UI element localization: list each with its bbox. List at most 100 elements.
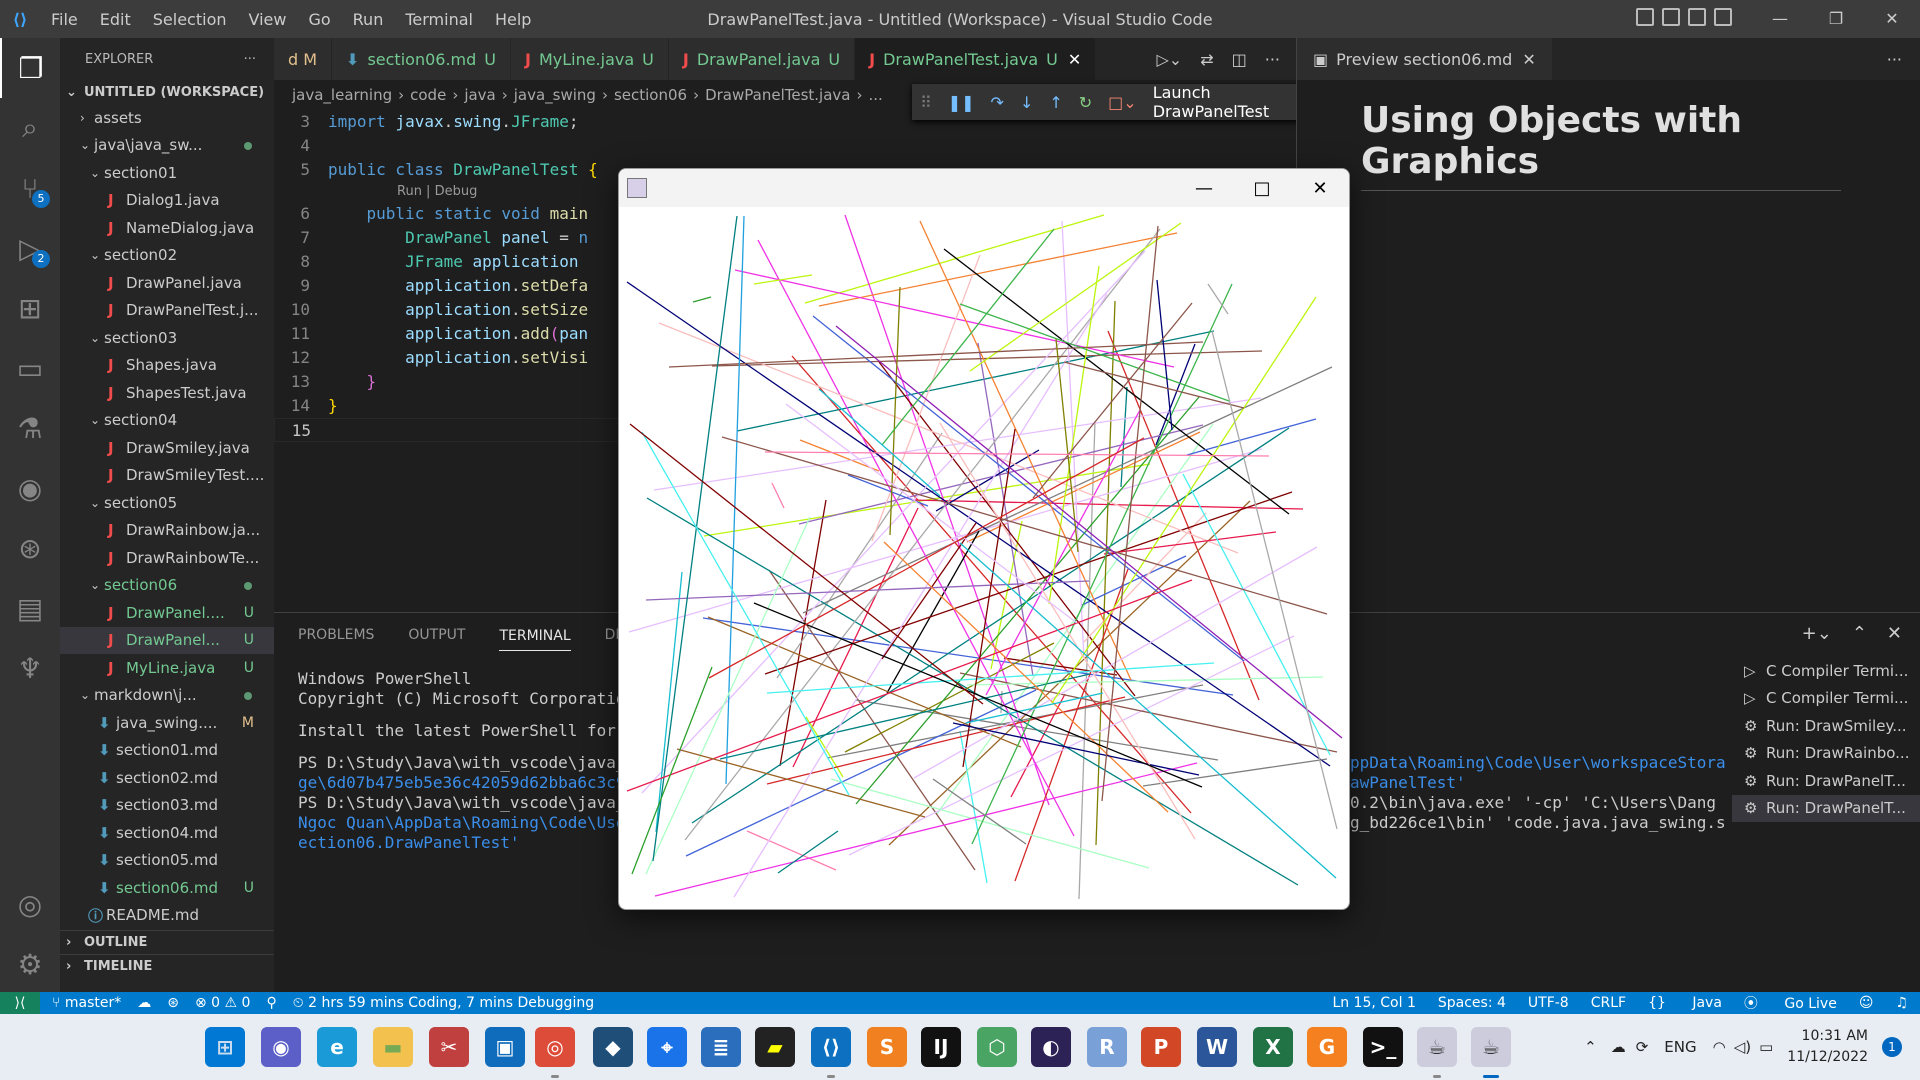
chevron-up-icon[interactable]: ⌃ <box>1584 1038 1597 1056</box>
github-icon[interactable]: ◉ <box>0 458 60 518</box>
terminal-list-item[interactable]: ▷ C Compiler Termi... <box>1732 685 1920 713</box>
tree-file[interactable]: ⬇ section04.md <box>60 819 274 847</box>
tree-folder[interactable]: ⌄ section01 <box>60 159 274 187</box>
notebook-icon[interactable]: ▤ <box>0 578 60 638</box>
notepad-icon[interactable]: ≣ <box>701 1027 741 1067</box>
gitlens-status-icon[interactable]: ⊛ <box>167 995 179 1011</box>
more-actions-icon[interactable]: ··· <box>244 52 256 67</box>
tree-file[interactable]: ⬇ java_swing.... M <box>60 709 274 737</box>
outline-section[interactable]: › OUTLINE <box>60 930 274 954</box>
tab-drawpaneltest-java[interactable]: J DrawPanelTest.java U ✕ <box>855 38 1097 80</box>
terminal-list-item[interactable]: ⚙ Run: DrawPanelT... <box>1732 767 1920 795</box>
search-icon[interactable]: ⌕ <box>0 98 60 158</box>
eol-status[interactable]: CRLF <box>1591 995 1626 1011</box>
teams-chat-icon[interactable]: ◉ <box>261 1027 301 1067</box>
powerpoint-icon[interactable]: P <box>1141 1027 1181 1067</box>
tree-file[interactable]: ⬇ section06.md U <box>60 874 274 902</box>
tree-file[interactable]: J Dialog1.java <box>60 187 274 215</box>
java-app-taskbar-icon[interactable]: ☕ <box>1471 1027 1511 1078</box>
tab-output[interactable]: OUTPUT <box>408 627 465 643</box>
breadcrumb-item[interactable]: code <box>410 86 446 104</box>
pause-icon[interactable]: ❚❚ <box>948 93 975 112</box>
branch-status[interactable]: ⑂ master* <box>52 995 121 1011</box>
tab-terminal[interactable]: TERMINAL <box>499 620 571 651</box>
maximize-button[interactable]: □ <box>1233 178 1291 199</box>
menu-file[interactable]: File <box>51 10 78 29</box>
minimize-button[interactable]: — <box>1175 178 1233 199</box>
tree-file[interactable]: ⬇ section01.md <box>60 737 274 765</box>
testing-icon[interactable]: ⚗ <box>0 398 60 458</box>
timeline-section[interactable]: › TIMELINE <box>60 954 274 978</box>
terminal-list-item[interactable]: ▷ C Compiler Termi... <box>1732 657 1920 685</box>
run-debug-icon[interactable]: ▷ 2 <box>0 218 60 278</box>
remote-explorer-icon[interactable]: ▭ <box>0 338 60 398</box>
go-live-status[interactable]: ⦿ Go Live <box>1744 993 1837 1013</box>
maximize-panel-icon[interactable]: ⌃ <box>1852 623 1867 644</box>
gitlens-icon[interactable]: ⊛ <box>0 518 60 578</box>
tab-preview[interactable]: ▣ Preview section06.md ✕ <box>1297 38 1552 80</box>
terminal-list-item[interactable]: ⚙ Run: DrawPanelT... <box>1732 794 1920 822</box>
chrome-icon[interactable]: ◎ <box>535 1027 575 1078</box>
tab-myline-java[interactable]: J MyLine.java U <box>510 38 669 80</box>
tree-folder[interactable]: ⌄ markdown\j... <box>60 682 274 710</box>
sublime-icon[interactable]: S <box>867 1027 907 1067</box>
workspace-section[interactable]: ⌄ UNTITLED (WORKSPACE) <box>60 80 274 104</box>
menu-terminal[interactable]: Terminal <box>405 10 473 29</box>
close-window-button[interactable]: ✕ <box>1291 178 1349 199</box>
menu-selection[interactable]: Selection <box>153 10 227 29</box>
source-control-icon[interactable]: ⑂ 5 <box>0 158 60 218</box>
customize-layout-icon[interactable] <box>1714 8 1732 26</box>
vscode-taskbar-icon[interactable]: ⟨⟩ <box>811 1027 851 1078</box>
more-actions-icon[interactable]: ··· <box>1265 50 1280 69</box>
indent-status[interactable]: Spaces: 4 <box>1438 995 1506 1011</box>
cursor-position-status[interactable]: Ln 15, Col 1 <box>1332 995 1415 1011</box>
split-editor-icon[interactable]: ◫ <box>1232 50 1247 69</box>
close-panel-icon[interactable]: ✕ <box>1887 623 1902 644</box>
tree-file[interactable]: J DrawPanelTest.j... <box>60 297 274 325</box>
new-terminal-icon[interactable]: +⌄ <box>1802 623 1832 644</box>
tree-folder[interactable]: ⌄ java\java_sw... <box>60 132 274 160</box>
terminal-taskbar-icon[interactable]: >_ <box>1363 1027 1403 1067</box>
notification-badge[interactable]: 1 <box>1882 1037 1902 1057</box>
maps-icon[interactable]: ⌖ <box>647 1027 687 1067</box>
tree-folder[interactable]: ⌄ section04 <box>60 407 274 435</box>
tree-file[interactable]: J DrawRainbowTe... <box>60 544 274 572</box>
tree-file[interactable]: J NameDialog.java <box>60 214 274 242</box>
eclipse-icon[interactable]: ◐ <box>1031 1027 1071 1067</box>
step-out-icon[interactable]: ↑ <box>1049 93 1062 112</box>
run-icon[interactable]: ▷⌄ <box>1156 50 1182 69</box>
problems-status[interactable]: ⊗ 0 ⚠ 0 <box>195 995 250 1011</box>
java-taskbar-icon[interactable]: ☕ <box>1417 1027 1457 1078</box>
store-icon[interactable]: ▣ <box>485 1027 525 1067</box>
breadcrumb-item[interactable]: DrawPanelTest.java <box>705 86 850 104</box>
tree-file[interactable]: J DrawRainbow.ja... <box>60 517 274 545</box>
more-actions-icon[interactable]: ··· <box>1887 50 1902 69</box>
notifications-bell-icon[interactable]: ♫ <box>1895 995 1908 1011</box>
tree-folder[interactable]: ⌄ section03 <box>60 324 274 352</box>
tree-folder[interactable]: › assets <box>60 104 274 132</box>
step-into-icon[interactable]: ↓ <box>1020 93 1033 112</box>
language-indicator[interactable]: ENG <box>1664 1038 1696 1056</box>
wifi-icon[interactable]: ◠ <box>1713 1038 1726 1056</box>
tree-folder[interactable]: ⌄ section02 <box>60 242 274 270</box>
compare-icon[interactable]: ⇄ <box>1200 50 1213 69</box>
intellij-icon[interactable]: IJ <box>921 1027 961 1067</box>
tab-section06-md[interactable]: ⬇ section06.md U <box>332 38 511 80</box>
word-icon[interactable]: W <box>1197 1027 1237 1067</box>
pdf-icon[interactable]: G <box>1307 1027 1347 1067</box>
breadcrumb-item[interactable]: section06 <box>614 86 687 104</box>
language-status[interactable]: {} Java <box>1648 995 1722 1011</box>
python-icon[interactable]: ♆ <box>0 638 60 698</box>
menu-view[interactable]: View <box>249 10 287 29</box>
encoding-status[interactable]: UTF-8 <box>1528 995 1569 1011</box>
tree-file[interactable]: J DrawSmiley.java <box>60 434 274 462</box>
tree-file[interactable]: J DrawPanel... U <box>60 626 274 654</box>
settings-gear-icon[interactable]: ⚙ <box>0 934 60 994</box>
app-hex-icon[interactable]: ⬡ <box>977 1027 1017 1067</box>
breadcrumb-item[interactable]: java <box>464 86 495 104</box>
minimize-button[interactable]: — <box>1752 0 1808 38</box>
accounts-icon[interactable]: ◎ <box>0 874 60 934</box>
menu-edit[interactable]: Edit <box>100 10 131 29</box>
restore-button[interactable]: ❐ <box>1808 0 1864 38</box>
tree-folder[interactable]: ⌄ section06 <box>60 572 274 600</box>
